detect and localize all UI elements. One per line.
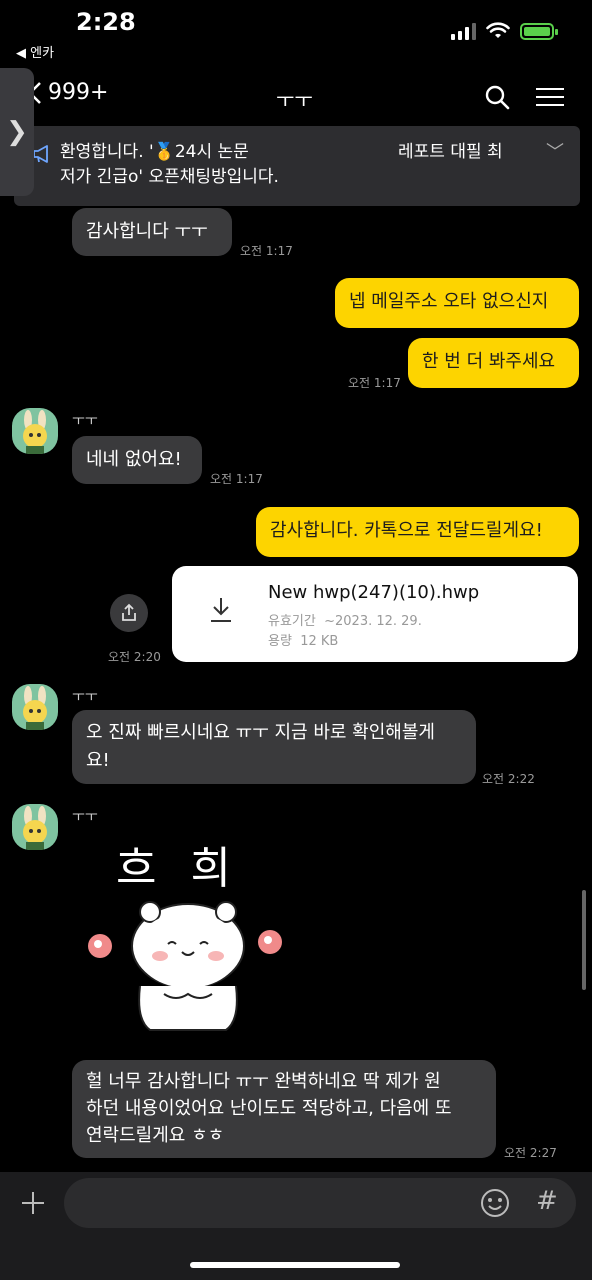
back-to-app-link[interactable]: ◀ 엔카: [16, 42, 54, 61]
plus-icon[interactable]: [20, 1190, 46, 1216]
message-time: 오전 1:17: [240, 244, 293, 258]
message-bubble[interactable]: 헐 너무 감사합니다 ㅠㅜ 완벽하네요 딱 제가 원 하던 내용이었어요 난이도…: [72, 1060, 496, 1158]
avatar[interactable]: [12, 804, 58, 850]
message-bubble[interactable]: 감사합니다 ㅜㅜ: [72, 208, 232, 256]
message-time: 오전 1:17: [348, 376, 401, 390]
message-time: 오전 2:20: [108, 650, 161, 664]
status-icons: [451, 22, 558, 40]
scrollbar[interactable]: [582, 890, 586, 990]
emoji-icon[interactable]: [480, 1188, 510, 1218]
chevron-down-icon[interactable]: ﹀: [546, 140, 564, 165]
my-message-bubble[interactable]: 감사합니다. 카톡으로 전달드릴게요!: [256, 507, 579, 557]
file-name: New hwp(247)(10).hwp: [268, 582, 480, 603]
file-size: 용량 12 KB: [268, 634, 339, 649]
unread-count: 999+: [48, 80, 109, 105]
side-drawer-handle[interactable]: ❯: [0, 68, 34, 196]
sender-name: ㅜㅜ: [72, 413, 98, 429]
wifi-icon: [486, 22, 510, 38]
message-time: 오전 2:22: [482, 772, 535, 786]
menu-icon[interactable]: [536, 82, 564, 112]
hashtag-icon[interactable]: #: [536, 1186, 558, 1216]
bunny-character-icon: [23, 806, 47, 850]
my-message-bubble[interactable]: 한 번 더 봐주세요: [408, 338, 579, 388]
notice-line2: 저가 긴급o' 오픈채팅방입니다.: [60, 167, 279, 187]
message-line: 하던 내용이었어요 난이도도 적당하고, 다음에 또: [86, 1098, 452, 1119]
battery-charging-icon: [520, 22, 558, 40]
home-indicator[interactable]: [190, 1262, 400, 1268]
cellular-signal-icon: [451, 22, 476, 40]
notice-banner[interactable]: 환영합니다. '🥇24시 논문 레포트 대필 최 저가 긴급o' 오픈채팅방입니…: [14, 126, 580, 206]
search-icon[interactable]: [484, 84, 510, 110]
share-icon: [122, 603, 136, 621]
message-line: 요!: [86, 750, 110, 771]
my-message-bubble[interactable]: 넵 메일주소 오타 없으신지: [335, 278, 579, 328]
avatar[interactable]: [12, 408, 58, 454]
bunny-character-icon: [23, 410, 47, 454]
message-line: 헐 너무 감사합니다 ㅠㅜ 완벽하네요 딱 제가 원: [86, 1071, 441, 1092]
sender-name: ㅜㅜ: [72, 689, 98, 705]
back-button[interactable]: 999+: [28, 80, 108, 105]
message-time: 오전 2:27: [504, 1146, 557, 1160]
bear-sticker-icon: [88, 901, 282, 1031]
bunny-character-icon: [23, 686, 47, 730]
megaphone-icon: [33, 145, 48, 163]
message-bubble[interactable]: 네네 없어요!: [72, 436, 202, 484]
file-attachment[interactable]: New hwp(247)(10).hwp 유효기간 ~2023. 12. 29.…: [172, 566, 578, 662]
sticker[interactable]: 흐 희: [80, 820, 300, 1050]
message-time: 오전 1:17: [210, 472, 263, 486]
message-line: 오 진짜 빠르시네요 ㅠㅜ 지금 바로 확인해볼게: [86, 722, 435, 743]
message-bubble[interactable]: 오 진짜 빠르시네요 ㅠㅜ 지금 바로 확인해볼게 요!: [72, 710, 476, 784]
status-time: 2:28: [76, 8, 136, 36]
chat-title: ㅜㅜ: [276, 88, 313, 112]
notice-line1-tail: 레포트 대필 최: [398, 142, 503, 162]
download-icon[interactable]: [208, 596, 234, 624]
file-expiry: 유효기간 ~2023. 12. 29.: [268, 614, 422, 629]
message-line: 연락드릴게요 ㅎㅎ: [86, 1125, 225, 1146]
avatar[interactable]: [12, 684, 58, 730]
sticker-text: 흐 희: [116, 843, 241, 894]
share-button[interactable]: [110, 594, 148, 632]
